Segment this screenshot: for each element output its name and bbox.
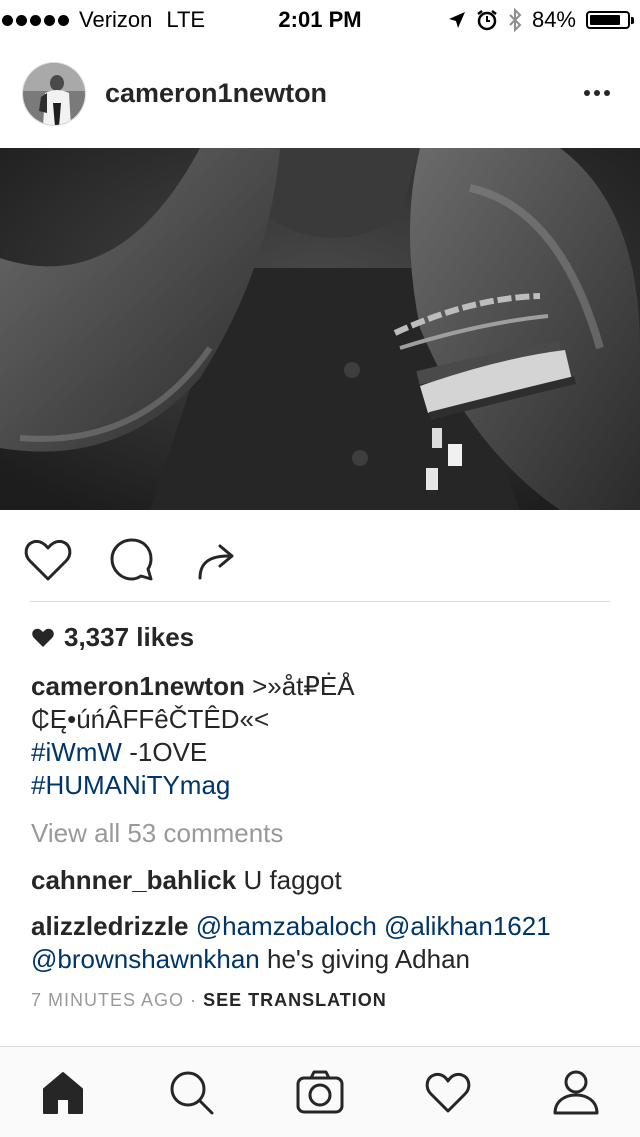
avatar[interactable]	[22, 62, 86, 126]
comment-username[interactable]: alizzledrizzle	[31, 911, 189, 941]
post-caption: cameron1newton >»åt₽ĖÅ ₵Ę•úńÂFFêČTÊD«< #…	[31, 670, 611, 802]
post-header: cameron1newton	[0, 42, 640, 148]
post-author-username[interactable]: cameron1newton	[105, 78, 327, 109]
hashtag-iwmw[interactable]: #iWmW	[31, 737, 122, 767]
activity-heart-icon[interactable]	[423, 1067, 473, 1117]
comment-text: he's giving Adhan	[266, 944, 470, 974]
comment-icon[interactable]	[106, 534, 158, 586]
bluetooth-icon	[509, 8, 522, 32]
post-photo[interactable]	[0, 148, 640, 510]
post-meta: 7 MINUTES AGO · SEE TRANSLATION	[31, 990, 387, 1011]
heart-icon[interactable]	[22, 534, 74, 586]
timestamp: 7 MINUTES AGO	[31, 990, 185, 1010]
status-bar: Verizon LTE 2:01 PM 84%	[0, 0, 640, 40]
small-heart-icon	[32, 628, 54, 647]
battery-icon	[586, 11, 634, 29]
battery-percent: 84%	[531, 7, 576, 32]
caption-text-line2: ₵Ę•úńÂFFêČTÊD«<	[31, 704, 270, 734]
caption-text-love: -1OVE	[129, 737, 208, 767]
search-icon[interactable]	[166, 1067, 216, 1117]
mention-link[interactable]: @hamzabaloch	[196, 911, 377, 941]
mention-link[interactable]: @alikhan1621	[384, 911, 551, 941]
likes-count[interactable]: 3,337 likes	[32, 622, 194, 653]
camera-icon[interactable]	[295, 1067, 345, 1117]
comment: alizzledrizzle @hamzabaloch @alikhan1621…	[31, 910, 611, 976]
home-icon[interactable]	[38, 1067, 88, 1117]
hashtag-humanitymag[interactable]: #HUMANiTYmag	[31, 770, 230, 800]
mention-link[interactable]: @brownshawnkhan	[31, 944, 260, 974]
post-actions	[0, 510, 640, 602]
tab-bar	[0, 1046, 640, 1137]
comment-text: U faggot	[243, 865, 342, 895]
caption-username[interactable]: cameron1newton	[31, 671, 245, 701]
comment: cahnner_bahlick U faggot	[31, 864, 611, 897]
share-icon[interactable]	[192, 534, 244, 586]
more-options-icon[interactable]	[584, 90, 610, 96]
meta-separator: ·	[190, 990, 198, 1010]
divider	[30, 601, 610, 602]
location-arrow-icon	[448, 12, 465, 28]
profile-icon[interactable]	[551, 1067, 601, 1117]
see-translation-link[interactable]: SEE TRANSLATION	[203, 990, 387, 1010]
alarm-icon	[477, 10, 497, 31]
battery-level	[590, 15, 621, 25]
view-all-comments-link[interactable]: View all 53 comments	[31, 818, 283, 849]
likes-text: 3,337 likes	[64, 622, 195, 652]
caption-text-line1: >»åt₽ĖÅ	[252, 671, 355, 701]
status-indicators: 84%	[448, 6, 634, 34]
comment-username[interactable]: cahnner_bahlick	[31, 865, 236, 895]
